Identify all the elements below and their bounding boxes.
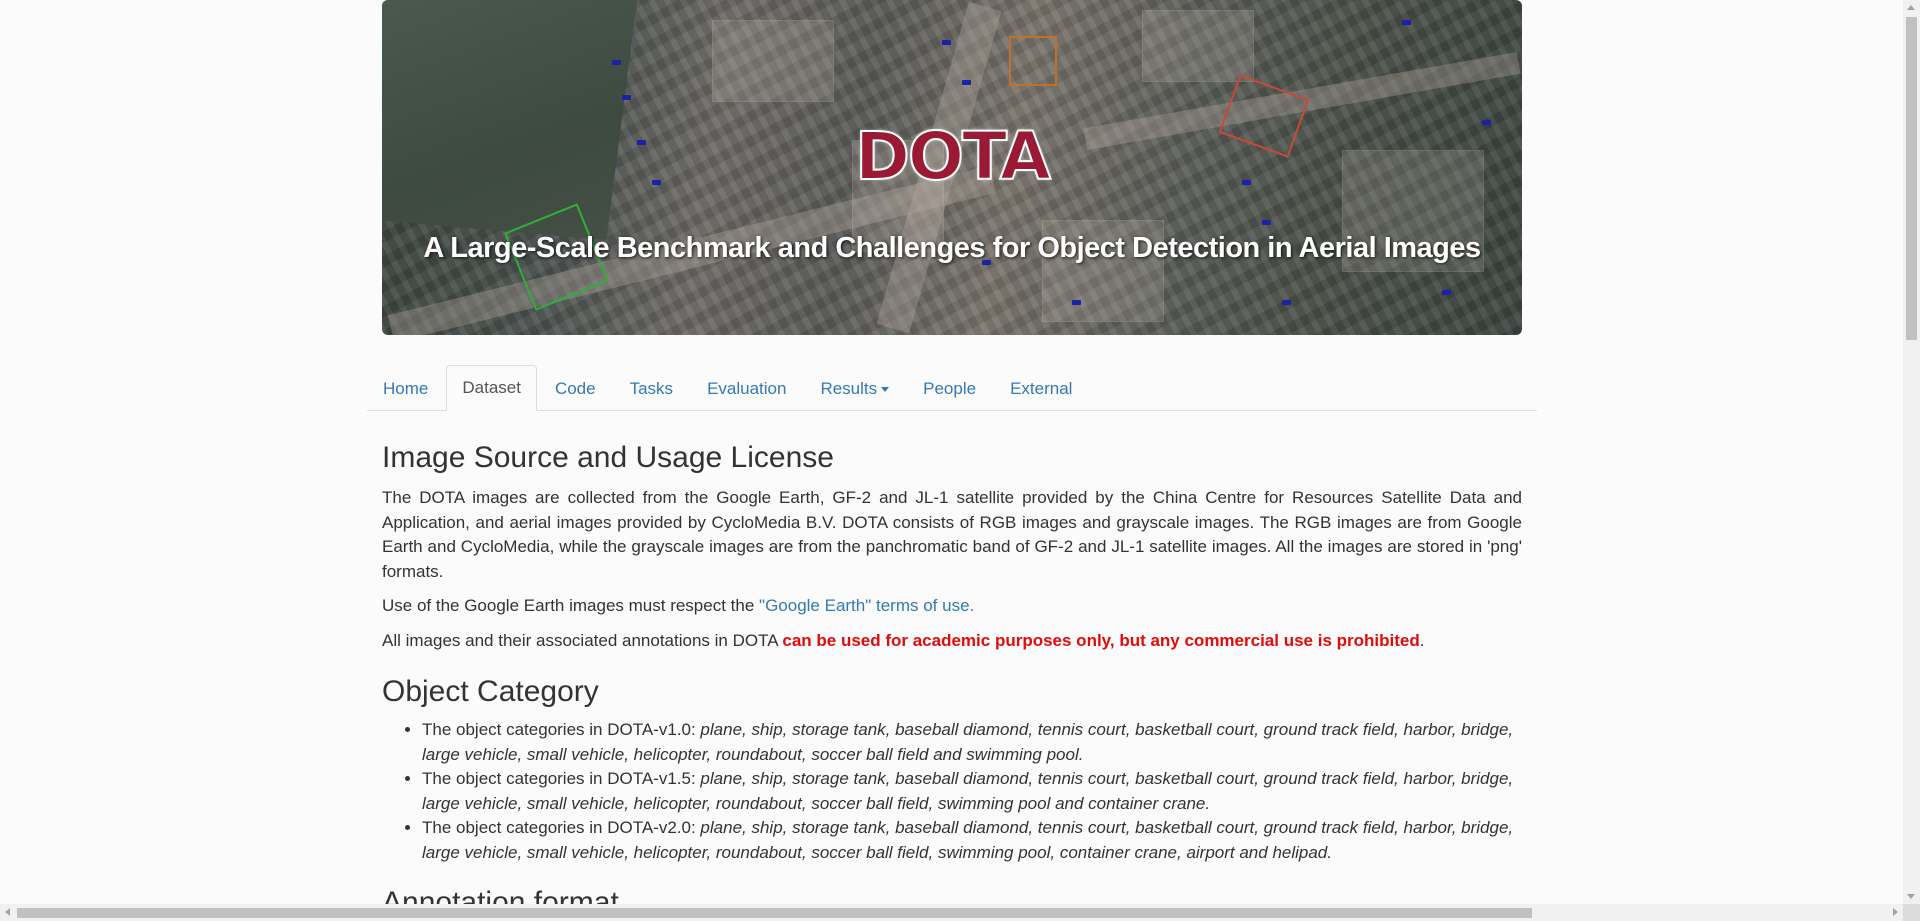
category-version-label: The object categories in DOTA-v1.5: <box>422 769 701 788</box>
vertical-scrollbar[interactable] <box>1903 0 1920 904</box>
scroll-right-arrow-icon[interactable] <box>1893 908 1898 916</box>
banner-car-annotation <box>1402 20 1411 25</box>
tab-home[interactable]: Home <box>367 366 444 410</box>
banner-car-annotation <box>612 60 621 65</box>
tab-label: Tasks <box>629 379 674 398</box>
banner-building <box>712 20 834 102</box>
banner-car-annotation <box>1282 300 1291 305</box>
usage-paragraph: All images and their associated annotati… <box>382 629 1522 654</box>
scroll-left-arrow-icon[interactable] <box>5 908 10 916</box>
category-list: The object categories in DOTA-v1.0: plan… <box>382 718 1522 865</box>
tab-tasks[interactable]: Tasks <box>614 366 689 410</box>
banner-car-annotation <box>1262 220 1271 225</box>
banner-detection-box <box>1009 36 1057 86</box>
tab-dataset[interactable]: Dataset <box>446 365 537 411</box>
scrollbar-corner <box>1903 904 1920 921</box>
banner-title: DOTA <box>854 117 1052 196</box>
list-item: The object categories in DOTA-v1.0: plan… <box>422 718 1522 767</box>
list-item: The object categories in DOTA-v1.5: plan… <box>422 767 1522 816</box>
tab-results-dropdown[interactable]: Results <box>804 366 905 410</box>
section-heading-license: Image Source and Usage License <box>382 441 834 474</box>
scroll-up-arrow-icon[interactable] <box>1907 5 1915 10</box>
banner-car-annotation <box>962 80 971 85</box>
tab-label: Home <box>383 379 429 398</box>
header-banner: DOTA A Large-Scale Benchmark and Challen… <box>382 0 1522 335</box>
banner-building <box>1142 10 1254 82</box>
commercial-use-warning: can be used for academic purposes only, … <box>782 630 1420 650</box>
horizontal-scrollbar[interactable] <box>0 904 1903 921</box>
page-content: Image Source and Usage License The DOTA … <box>382 430 1522 921</box>
category-version-label: The object categories in DOTA-v1.0: <box>422 720 701 739</box>
banner-car-annotation <box>622 95 631 100</box>
usage-suffix: . <box>1419 630 1425 650</box>
horizontal-scroll-thumb[interactable] <box>17 908 1532 918</box>
list-item: The object categories in DOTA-v2.0: plan… <box>422 816 1522 865</box>
tab-label: Code <box>554 379 596 398</box>
section-heading-category: Object Category <box>382 675 599 708</box>
tab-evaluation[interactable]: Evaluation <box>691 366 802 410</box>
vertical-scroll-thumb[interactable] <box>1906 17 1917 340</box>
tab-label: Results <box>820 379 878 398</box>
category-version-label: The object categories in DOTA-v2.0: <box>422 818 701 837</box>
google-earth-terms-link[interactable]: "Google Earth" terms of use. <box>759 596 974 615</box>
banner-car-annotation <box>1442 290 1451 295</box>
terms-paragraph: Use of the Google Earth images must resp… <box>382 594 1522 619</box>
tab-people[interactable]: People <box>907 366 992 410</box>
page: DOTA A Large-Scale Benchmark and Challen… <box>0 0 1920 921</box>
nav-tabs: Home Dataset Code Tasks Evaluation Resul… <box>367 365 1537 411</box>
tab-label: People <box>923 379 977 398</box>
banner-car-annotation <box>942 40 951 45</box>
license-paragraph: The DOTA images are collected from the G… <box>382 488 1522 581</box>
tab-external[interactable]: External <box>994 366 1088 410</box>
tab-label: Evaluation <box>707 379 787 398</box>
tab-label: External <box>1010 379 1073 398</box>
banner-car-annotation <box>1072 300 1081 305</box>
tab-label: Dataset <box>462 378 521 397</box>
tab-code[interactable]: Code <box>539 366 612 410</box>
caret-down-icon <box>881 387 890 393</box>
banner-subtitle: A Large-Scale Benchmark and Challenges f… <box>423 232 1481 264</box>
scroll-down-arrow-icon[interactable] <box>1907 894 1915 899</box>
usage-text: All images and their associated annotati… <box>382 630 783 650</box>
terms-text: Use of the Google Earth images must resp… <box>382 596 760 615</box>
